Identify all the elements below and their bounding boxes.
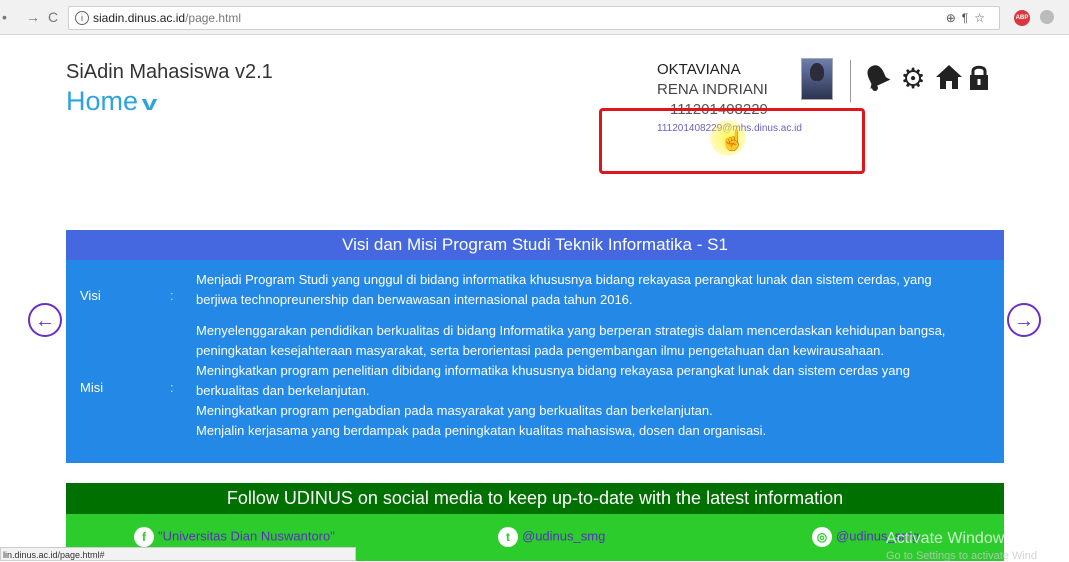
windows-watermark-subtitle: Go to Settings to activate Wind	[886, 550, 1038, 562]
prev-slide-button[interactable]: ←	[28, 303, 62, 337]
misi-list: Menyelenggarakan pendidikan berkualitas …	[196, 321, 976, 441]
visi-text: Menjadi Program Studi yang unggul di bid…	[196, 272, 932, 307]
misi-label: Misi	[80, 380, 104, 395]
page-title-dropdown[interactable]: Home v	[66, 86, 158, 117]
windows-watermark-title: Activate Windows	[886, 530, 1013, 547]
browser-toolbar: • → C i siadin.dinus.ac.id/page.html ⊕¶☆…	[0, 0, 1069, 35]
social-banner: Follow UDINUS on social media to keep up…	[66, 483, 1004, 514]
zoom-icon[interactable]: ⊕	[946, 11, 962, 25]
misi-item: Menyelenggarakan pendidikan berkualitas …	[196, 323, 946, 358]
omnibox-actions[interactable]: ⊕¶☆	[946, 7, 991, 29]
back-icon[interactable]: •	[2, 9, 7, 25]
url-text: siadin.dinus.ac.id/page.html	[93, 11, 242, 25]
home-icon[interactable]	[934, 62, 964, 96]
misi-colon: :	[170, 380, 174, 395]
misi-item: Meningkatkan program penelitian dibidang…	[196, 363, 910, 398]
twitter-link[interactable]: t @udinus_smg	[498, 527, 605, 547]
facebook-icon: f	[134, 527, 154, 547]
visi-colon: :	[170, 288, 174, 303]
hand-cursor-icon: ☝	[720, 130, 745, 152]
adblock-icon[interactable]: ABP	[1014, 10, 1030, 26]
reload-icon[interactable]: C	[48, 9, 58, 25]
status-bar-url: lin.dinus.ac.id/page.html#	[0, 547, 356, 561]
info-icon[interactable]: i	[75, 11, 89, 25]
avatar[interactable]	[801, 58, 833, 100]
misi-item: Menjalin kerjasama yang berdampak pada p…	[196, 423, 767, 438]
key-icon[interactable]: ¶	[962, 11, 974, 25]
lock-icon[interactable]	[964, 62, 994, 96]
visi-label: Visi	[80, 288, 101, 303]
user-last-name: RENA INDRIANI	[657, 81, 768, 98]
app-title: SiAdin Mahasiswa v2.1	[66, 61, 273, 83]
forward-icon[interactable]: →	[26, 9, 40, 25]
next-slide-button[interactable]: →	[1007, 303, 1041, 337]
facebook-link[interactable]: f "Universitas Dian Nuswantoro"	[134, 527, 335, 547]
bell-icon[interactable]	[862, 62, 892, 96]
star-icon[interactable]: ☆	[974, 11, 991, 25]
instagram-icon: ◎	[812, 527, 832, 547]
chevron-down-icon: v	[141, 93, 158, 115]
visi-misi-panel: Visi dan Misi Program Studi Teknik Infor…	[66, 230, 1004, 463]
twitter-icon: t	[498, 527, 518, 547]
visi-misi-title: Visi dan Misi Program Studi Teknik Infor…	[66, 230, 1004, 260]
misi-item: Meningkatkan program pengabdian pada mas…	[196, 403, 713, 418]
extension-icon[interactable]	[1040, 10, 1054, 24]
divider	[850, 60, 851, 102]
address-bar[interactable]: i siadin.dinus.ac.id/page.html ⊕¶☆	[68, 6, 1000, 30]
user-first-name: OKTAVIANA	[657, 61, 741, 78]
gear-icon[interactable]: ⚙	[898, 62, 928, 96]
